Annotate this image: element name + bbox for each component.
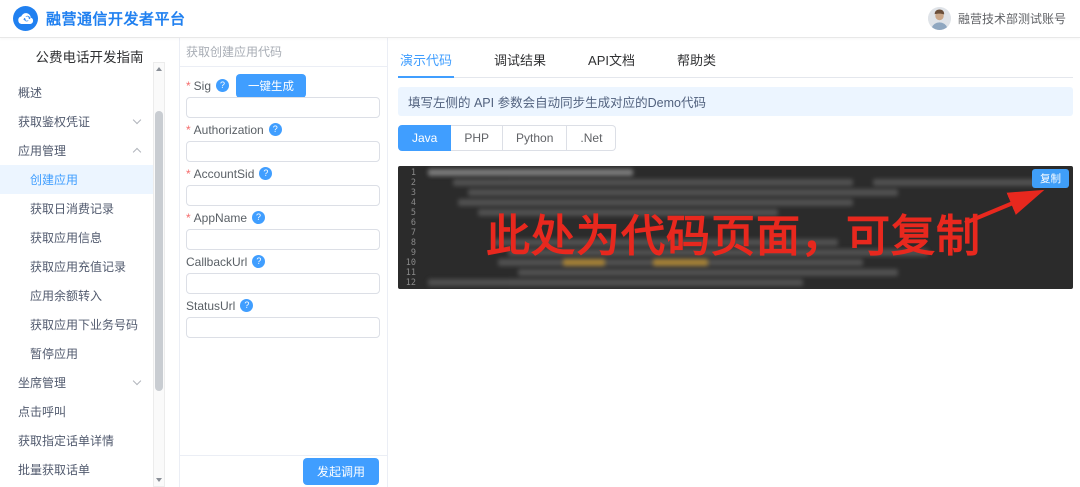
field-accountsid: * AccountSid: [186, 166, 380, 206]
form-panel-title: 获取创建应用代码: [180, 38, 387, 67]
help-icon[interactable]: [216, 79, 229, 92]
lang-java-button[interactable]: Java: [398, 125, 451, 151]
sidebar-item-label: 坐席管理: [18, 374, 66, 391]
sig-input[interactable]: [186, 97, 380, 118]
tab-demo-code[interactable]: 演示代码: [398, 44, 454, 77]
sidebar-scrollbar[interactable]: [153, 62, 165, 487]
generate-sig-button[interactable]: 一键生成: [236, 74, 306, 98]
tab-helper-class[interactable]: 帮助类: [675, 44, 718, 77]
help-icon[interactable]: [240, 299, 253, 312]
chevron-down-icon: [133, 116, 141, 124]
field-label: StatusUrl: [186, 299, 235, 313]
sidebar-item-label: 获取鉴权凭证: [18, 113, 90, 130]
tab-debug-result[interactable]: 调试结果: [492, 44, 548, 77]
lang-python-button[interactable]: Python: [503, 125, 567, 151]
sidebar-item-label: 获取应用充值记录: [30, 258, 126, 275]
help-icon[interactable]: [252, 255, 265, 268]
help-icon[interactable]: [252, 211, 265, 224]
help-icon[interactable]: [269, 123, 282, 136]
sidebar-item-label: 获取应用下业务号码: [30, 316, 138, 333]
sidebar-item-click-to-call[interactable]: 点击呼叫: [0, 397, 166, 426]
scroll-down-icon[interactable]: [154, 474, 164, 486]
field-callbackurl: CallbackUrl: [186, 254, 380, 294]
account-name[interactable]: 融营技术部测试账号: [958, 10, 1066, 27]
avatar[interactable]: [928, 7, 951, 30]
sidebar-item-app-info[interactable]: 获取应用信息: [0, 223, 166, 252]
line-numbers: 12 34 56 78 910 1112: [400, 168, 416, 288]
help-icon[interactable]: [259, 167, 272, 180]
sidebar-item-auth-credentials[interactable]: 获取鉴权凭证: [0, 107, 166, 136]
sidebar: 公费电话开发指南 概述 获取鉴权凭证 应用管理 创建应用 获取日消费记录 获取应…: [0, 38, 180, 487]
sidebar-item-create-app[interactable]: 创建应用: [0, 165, 155, 194]
cloud-logo-icon: [13, 6, 38, 31]
callbackurl-input[interactable]: [186, 273, 380, 294]
field-authorization: * Authorization: [186, 122, 380, 162]
sidebar-item-agent-management[interactable]: 坐席管理: [0, 368, 166, 397]
copy-button[interactable]: 复制: [1032, 169, 1069, 188]
required-mark: *: [186, 167, 191, 181]
info-banner: 填写左侧的 API 参数会自动同步生成对应的Demo代码: [398, 87, 1073, 116]
chevron-down-icon: [133, 377, 141, 385]
tab-api-docs[interactable]: API文档: [586, 44, 637, 77]
app-header: 融营通信开发者平台 融营技术部测试账号: [0, 0, 1080, 38]
sidebar-item-label: 获取指定话单详情: [18, 432, 114, 449]
sidebar-item-overview[interactable]: 概述: [0, 78, 166, 107]
scrollbar-thumb[interactable]: [155, 111, 163, 391]
required-mark: *: [186, 123, 191, 137]
account-menu[interactable]: 融营技术部测试账号: [928, 7, 1066, 30]
field-label: AccountSid: [194, 167, 255, 181]
required-mark: *: [186, 79, 191, 93]
lang-dotnet-button[interactable]: .Net: [567, 125, 616, 151]
authorization-input[interactable]: [186, 141, 380, 162]
sidebar-item-recharge-records[interactable]: 获取应用充值记录: [0, 252, 166, 281]
lang-php-button[interactable]: PHP: [451, 125, 503, 151]
sidebar-item-pause-app[interactable]: 暂停应用: [0, 339, 166, 368]
field-sig: * Sig 一键生成: [186, 78, 380, 118]
language-switcher: Java PHP Python .Net: [398, 125, 616, 151]
accountsid-input[interactable]: [186, 185, 380, 206]
page-title: 融营通信开发者平台: [46, 8, 186, 29]
sidebar-item-label: 创建应用: [30, 171, 78, 188]
field-label: Authorization: [194, 123, 264, 137]
sidebar-item-label: 批量获取话单: [18, 461, 90, 478]
sidebar-item-label: 应用管理: [18, 142, 66, 159]
sidebar-item-business-numbers[interactable]: 获取应用下业务号码: [0, 310, 166, 339]
sidebar-item-daily-consumption[interactable]: 获取日消费记录: [0, 194, 166, 223]
chevron-up-icon: [133, 148, 141, 156]
sidebar-item-label: 暂停应用: [30, 345, 78, 362]
sidebar-item-app-management[interactable]: 应用管理: [0, 136, 166, 165]
sidebar-item-label: 获取日消费记录: [30, 200, 114, 217]
field-statusurl: StatusUrl: [186, 298, 380, 338]
code-tabs: 演示代码 调试结果 API文档 帮助类: [398, 44, 1073, 78]
annotation-text: 此处为代码页面，可复制: [486, 212, 981, 263]
sidebar-item-label: 概述: [18, 84, 42, 101]
brand: 融营通信开发者平台: [13, 6, 186, 31]
api-params-panel: 获取创建应用代码 * Sig 一键生成 * Authorization: [180, 38, 388, 487]
code-editor[interactable]: 12 34 56 78 910 1112: [398, 166, 1073, 289]
scroll-up-icon[interactable]: [154, 63, 164, 75]
statusurl-input[interactable]: [186, 317, 380, 338]
required-mark: *: [186, 211, 191, 225]
appname-input[interactable]: [186, 229, 380, 250]
sidebar-item-label: 获取应用信息: [30, 229, 102, 246]
sidebar-item-call-record-detail[interactable]: 获取指定话单详情: [0, 426, 166, 455]
field-appname: * AppName: [186, 210, 380, 250]
sidebar-item-batch-call-records[interactable]: 批量获取话单: [0, 455, 166, 484]
sidebar-item-balance-transfer[interactable]: 应用余额转入: [0, 281, 166, 310]
demo-code-panel: 演示代码 调试结果 API文档 帮助类 填写左侧的 API 参数会自动同步生成对…: [388, 38, 1080, 487]
sidebar-item-label: 应用余额转入: [30, 287, 102, 304]
field-label: Sig: [194, 79, 211, 93]
field-label: AppName: [194, 211, 247, 225]
sidebar-item-label: 点击呼叫: [18, 403, 66, 420]
invoke-api-button[interactable]: 发起调用: [303, 458, 379, 485]
form-footer: 发起调用: [180, 455, 387, 487]
field-label: CallbackUrl: [186, 255, 247, 269]
